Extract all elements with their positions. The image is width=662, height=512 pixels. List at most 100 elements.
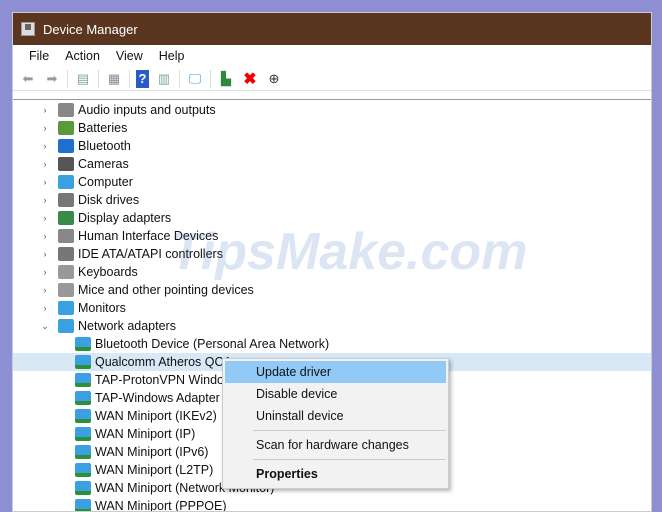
category-label: Mice and other pointing devices [78, 283, 254, 297]
scan-hardware-icon[interactable]: 🖵 [186, 70, 204, 88]
tree-category[interactable]: › Cameras [13, 155, 651, 173]
toolbar-divider [67, 69, 68, 88]
adapter-label: TAP-ProtonVPN Window [95, 373, 234, 387]
network-adapter-icon [75, 373, 91, 387]
chevron-down-icon[interactable]: ⌄ [40, 321, 50, 332]
adapter-label: WAN Miniport (PPPOE) [95, 499, 227, 511]
forward-icon[interactable]: ➡ [43, 70, 61, 88]
help-icon[interactable]: ? [136, 69, 149, 88]
toolbar: ⬅ ➡ ▤ ▦ ? ▥ 🖵 ▙ ✖ ⊕ [13, 67, 651, 91]
category-label: Cameras [78, 157, 129, 171]
menu-update-driver[interactable]: Update driver [225, 361, 446, 383]
window-title: Device Manager [43, 21, 138, 37]
network-adapter-icon [75, 337, 91, 351]
action-pane-icon[interactable]: ▥ [155, 70, 173, 88]
chevron-right-icon[interactable]: › [40, 285, 50, 295]
hid-icon [58, 229, 74, 243]
tree-category[interactable]: › Bluetooth [13, 137, 651, 155]
title-bar: Device Manager [13, 13, 651, 45]
disk-icon [58, 193, 74, 207]
chevron-right-icon[interactable]: › [40, 105, 50, 115]
menu-divider [253, 430, 446, 431]
network-adapter-item[interactable]: Bluetooth Device (Personal Area Network) [13, 335, 651, 353]
network-adapter-icon [75, 355, 91, 369]
tree-category[interactable]: › Disk drives [13, 191, 651, 209]
network-adapter-icon [75, 427, 91, 441]
category-label: Display adapters [78, 211, 172, 225]
menu-view[interactable]: View [108, 49, 151, 63]
chevron-right-icon[interactable]: › [40, 249, 50, 259]
tree-category[interactable]: › Human Interface Devices [13, 227, 651, 245]
menu-help[interactable]: Help [151, 49, 193, 63]
network-adapter-icon [75, 499, 91, 511]
console-tree-icon[interactable]: ▤ [74, 70, 92, 88]
network-adapter-icon [75, 391, 91, 405]
category-label: Disk drives [78, 193, 140, 207]
display-icon [58, 211, 74, 225]
category-label: Monitors [78, 301, 126, 315]
camera-icon [58, 157, 74, 171]
toolbar-divider [210, 69, 211, 88]
chevron-right-icon[interactable]: › [40, 159, 50, 169]
tree-category[interactable]: › Computer [13, 173, 651, 191]
chevron-right-icon[interactable]: › [40, 141, 50, 151]
chevron-right-icon[interactable]: › [40, 267, 50, 277]
chevron-right-icon[interactable]: › [40, 303, 50, 313]
network-adapter-item[interactable]: WAN Miniport (PPPOE) [13, 497, 651, 511]
category-label: Computer [78, 175, 133, 189]
category-label: Bluetooth [78, 139, 131, 153]
network-adapter-icon [75, 481, 91, 495]
disable-icon[interactable]: ⊕ [265, 70, 283, 88]
tree-category[interactable]: › Mice and other pointing devices [13, 281, 651, 299]
adapter-label: Qualcomm Atheros QCA [95, 355, 232, 369]
adapter-label: WAN Miniport (L2TP) [95, 463, 214, 477]
menu-action[interactable]: Action [57, 49, 108, 63]
chevron-right-icon[interactable]: › [40, 123, 50, 133]
menu-bar: File Action View Help [13, 45, 651, 67]
tree-category[interactable]: › IDE ATA/ATAPI controllers [13, 245, 651, 263]
adapter-label: Bluetooth Device (Personal Area Network) [95, 337, 330, 351]
category-label: Human Interface Devices [78, 229, 219, 243]
chevron-right-icon[interactable]: › [40, 213, 50, 223]
uninstall-icon[interactable]: ✖ [241, 70, 259, 88]
menu-disable-device[interactable]: Disable device [225, 383, 446, 405]
toolbar-divider [98, 69, 99, 88]
back-icon[interactable]: ⬅ [19, 70, 37, 88]
adapter-label: WAN Miniport (IPv6) [95, 445, 209, 459]
update-driver-icon[interactable]: ▙ [217, 70, 235, 88]
toolbar-divider [179, 69, 180, 88]
category-label: Keyboards [78, 265, 138, 279]
adapter-label: WAN Miniport (IKEv2) [95, 409, 217, 423]
menu-divider [253, 459, 446, 460]
menu-file[interactable]: File [21, 49, 57, 63]
menu-scan-hardware[interactable]: Scan for hardware changes [225, 434, 446, 456]
category-label: Audio inputs and outputs [78, 103, 216, 117]
chevron-right-icon[interactable]: › [40, 177, 50, 187]
network-adapter-icon [75, 445, 91, 459]
adapter-label: TAP-Windows Adapter V [95, 391, 232, 405]
tree-category[interactable]: › Batteries [13, 119, 651, 137]
tree-category[interactable]: › Monitors [13, 299, 651, 317]
menu-properties[interactable]: Properties [225, 463, 446, 485]
category-label: IDE ATA/ATAPI controllers [78, 247, 223, 261]
tree-category[interactable]: ⌄ Network adapters [13, 317, 651, 335]
bluetooth-icon [58, 139, 74, 153]
chevron-right-icon[interactable]: › [40, 195, 50, 205]
battery-icon [58, 121, 74, 135]
device-manager-icon [21, 22, 35, 36]
speaker-icon [58, 103, 74, 117]
monitor-icon [58, 301, 74, 315]
adapter-label: WAN Miniport (IP) [95, 427, 196, 441]
tree-category[interactable]: › Keyboards [13, 263, 651, 281]
chevron-right-icon[interactable]: › [40, 231, 50, 241]
computer-icon [58, 175, 74, 189]
menu-uninstall-device[interactable]: Uninstall device [225, 405, 446, 427]
ide-icon [58, 247, 74, 261]
mouse-icon [58, 283, 74, 297]
keyboard-icon [58, 265, 74, 279]
tree-category[interactable]: › Audio inputs and outputs [13, 101, 651, 119]
context-menu: Update driver Disable device Uninstall d… [222, 358, 449, 489]
properties-icon[interactable]: ▦ [105, 70, 123, 88]
network-adapter-icon [75, 463, 91, 477]
tree-category[interactable]: › Display adapters [13, 209, 651, 227]
